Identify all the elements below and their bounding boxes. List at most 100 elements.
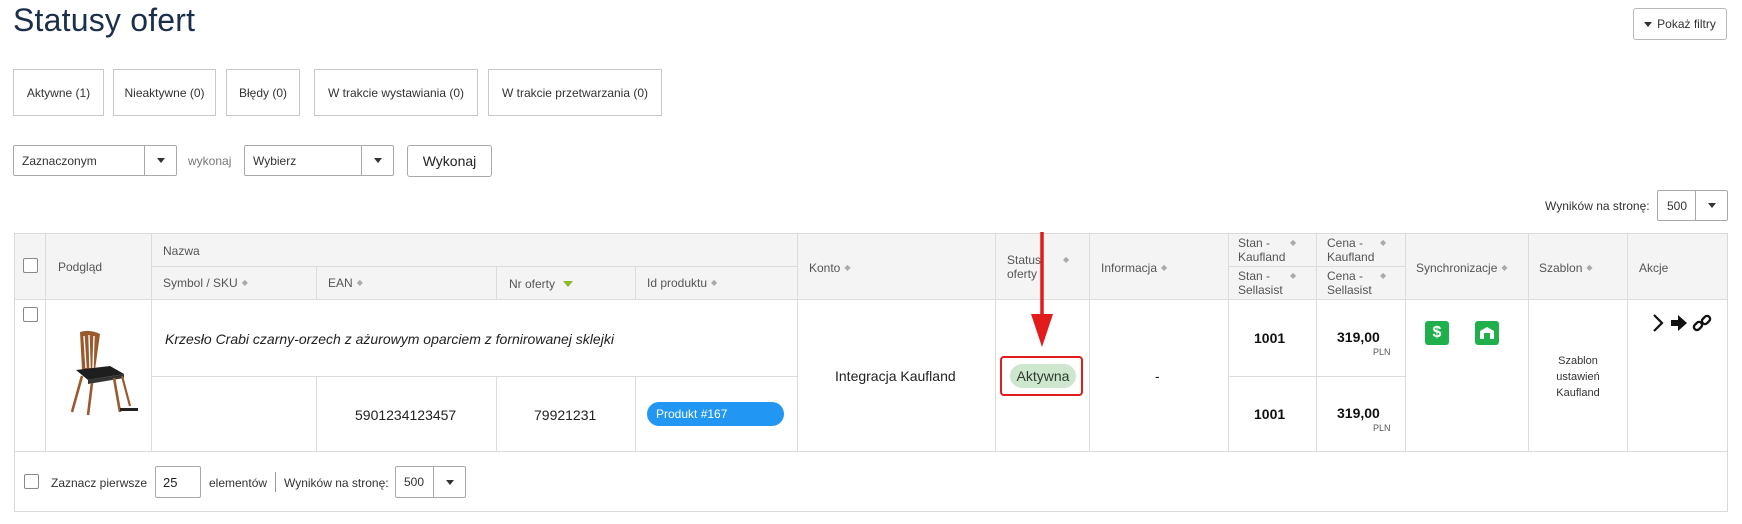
select-first-input[interactable]: 25 bbox=[155, 466, 201, 498]
stock-kaufland-value: 1001 bbox=[1254, 330, 1286, 346]
divider bbox=[15, 299, 1727, 300]
offer-number: 79921231 bbox=[534, 407, 597, 423]
col-stock-sellasist[interactable]: Stan - Sellasist bbox=[1238, 269, 1296, 297]
col-price-sellasist[interactable]: Cena - Sellasist bbox=[1327, 269, 1385, 297]
col-stock-kaufland[interactable]: Stan - Kaufland bbox=[1238, 236, 1296, 264]
product-name: Krzesło Crabi czarny-orzech z ażurowym o… bbox=[165, 331, 614, 347]
divider bbox=[151, 266, 797, 267]
col-ean[interactable]: EAN ◆ bbox=[328, 276, 363, 290]
sort-icon: ◆ bbox=[356, 278, 363, 287]
arrow-right-icon[interactable] bbox=[1671, 315, 1687, 331]
sort-icon[interactable]: ◆ bbox=[1380, 272, 1386, 280]
divider bbox=[275, 472, 276, 492]
divider bbox=[15, 451, 1727, 452]
product-id-badge[interactable]: Produkt #167 bbox=[647, 402, 784, 426]
price-kaufland-value: 319,00 bbox=[1337, 329, 1380, 345]
divider bbox=[995, 234, 996, 451]
elements-label: elementów bbox=[209, 476, 268, 490]
col-product-id[interactable]: Id produktu ◆ bbox=[647, 276, 717, 290]
execute-button[interactable]: Wykonaj bbox=[407, 145, 492, 177]
col-preview: Podgląd bbox=[58, 260, 103, 274]
divider bbox=[635, 376, 636, 451]
chevron-down-icon bbox=[1695, 191, 1727, 220]
tab-inactive[interactable]: Nieaktywne (0) bbox=[113, 69, 216, 116]
highlight-box bbox=[1000, 356, 1083, 396]
chevron-right-icon[interactable] bbox=[1651, 313, 1665, 333]
tab-processing[interactable]: W trakcie przetwarzania (0) bbox=[488, 69, 662, 116]
col-sku[interactable]: Symbol / SKU ◆ bbox=[163, 276, 248, 290]
col-price-kaufland[interactable]: Cena - Kaufland bbox=[1327, 236, 1385, 264]
divider bbox=[496, 376, 497, 451]
account-name: Integracja Kaufland bbox=[835, 368, 956, 384]
select-first-checkbox[interactable] bbox=[24, 474, 39, 489]
currency-label: PLN bbox=[1373, 347, 1391, 357]
divider bbox=[151, 234, 152, 451]
bulk-action-value: Wybierz bbox=[253, 153, 297, 168]
sort-icon[interactable]: ◆ bbox=[1290, 272, 1296, 280]
sort-icon[interactable]: ◆ bbox=[1063, 256, 1069, 264]
warehouse-icon[interactable] bbox=[1475, 321, 1499, 345]
sort-icon: ◆ bbox=[844, 263, 851, 272]
stock-sellasist-value: 1001 bbox=[1254, 406, 1286, 422]
col-actions: Akcje bbox=[1639, 261, 1669, 275]
row-checkbox[interactable] bbox=[23, 307, 38, 322]
divider bbox=[635, 266, 636, 299]
divider bbox=[496, 266, 497, 299]
col-template[interactable]: Szablon ◆ bbox=[1539, 261, 1593, 275]
per-page-value: 500 bbox=[1667, 198, 1688, 213]
currency-label: PLN bbox=[1373, 423, 1391, 433]
chevron-down-icon bbox=[433, 467, 465, 497]
sort-icon: ◆ bbox=[1501, 263, 1508, 272]
dollar-icon[interactable]: $ bbox=[1425, 321, 1449, 345]
col-sync[interactable]: Synchronizacje ◆ bbox=[1416, 261, 1508, 275]
divider bbox=[1405, 234, 1406, 451]
col-account[interactable]: Konto ◆ bbox=[809, 261, 851, 275]
caret-down-icon bbox=[1644, 21, 1653, 27]
bulk-action-select[interactable]: Wybierz bbox=[244, 145, 394, 176]
divider bbox=[316, 376, 317, 451]
divider bbox=[1627, 234, 1628, 451]
per-page-label: Wyników na stronę: bbox=[1545, 199, 1650, 213]
show-filters-button[interactable]: Pokaż filtry bbox=[1633, 8, 1727, 40]
product-thumbnail bbox=[70, 330, 138, 416]
sort-desc-icon bbox=[563, 281, 574, 287]
sort-icon: ◆ bbox=[241, 278, 248, 287]
sort-icon[interactable]: ◆ bbox=[1290, 239, 1296, 247]
show-filters-label: Pokaż filtry bbox=[1657, 17, 1716, 31]
col-offer-no[interactable]: Nr oferty bbox=[509, 277, 574, 291]
info-value: - bbox=[1155, 368, 1160, 384]
per-page-select[interactable]: 500 bbox=[1657, 190, 1728, 221]
divider bbox=[1228, 234, 1229, 451]
chevron-down-icon bbox=[144, 146, 176, 175]
sort-icon: ◆ bbox=[1586, 263, 1593, 272]
footer-per-page-select[interactable]: 500 bbox=[395, 466, 466, 498]
link-icon[interactable] bbox=[1692, 313, 1712, 333]
footer-per-page-label: Wyników na stronę: bbox=[284, 476, 389, 490]
tab-active[interactable]: Aktywne (1) bbox=[13, 69, 104, 116]
chevron-down-icon bbox=[361, 146, 393, 175]
divider bbox=[316, 266, 317, 299]
bulk-scope-value: Zaznaczonym bbox=[22, 153, 97, 168]
tab-listing[interactable]: W trakcie wystawiania (0) bbox=[314, 69, 478, 116]
divider bbox=[1528, 234, 1529, 451]
col-info[interactable]: Informacja ◆ bbox=[1101, 261, 1167, 275]
select-all-checkbox[interactable] bbox=[23, 258, 38, 273]
template-name: Szablon ustawień Kaufland bbox=[1556, 355, 1600, 399]
bulk-scope-select[interactable]: Zaznaczonym bbox=[13, 145, 177, 176]
sort-icon: ◆ bbox=[711, 278, 718, 287]
arrow-annotation-icon bbox=[1031, 232, 1053, 347]
page-title: Statusy ofert bbox=[13, 2, 196, 38]
divider bbox=[797, 234, 798, 451]
divider bbox=[45, 234, 46, 451]
execute-label: wykonaj bbox=[188, 154, 232, 168]
ean-value: 5901234123457 bbox=[355, 407, 457, 423]
tab-errors[interactable]: Błędy (0) bbox=[226, 69, 300, 116]
warehouse-icon bbox=[1480, 327, 1494, 339]
select-first-label: Zaznacz pierwsze bbox=[51, 476, 148, 490]
price-sellasist-value: 319,00 bbox=[1337, 405, 1380, 421]
sort-icon[interactable]: ◆ bbox=[1380, 239, 1386, 247]
sort-icon: ◆ bbox=[1161, 263, 1168, 272]
col-name: Nazwa bbox=[163, 244, 200, 258]
divider bbox=[151, 376, 797, 377]
divider bbox=[1316, 234, 1317, 451]
